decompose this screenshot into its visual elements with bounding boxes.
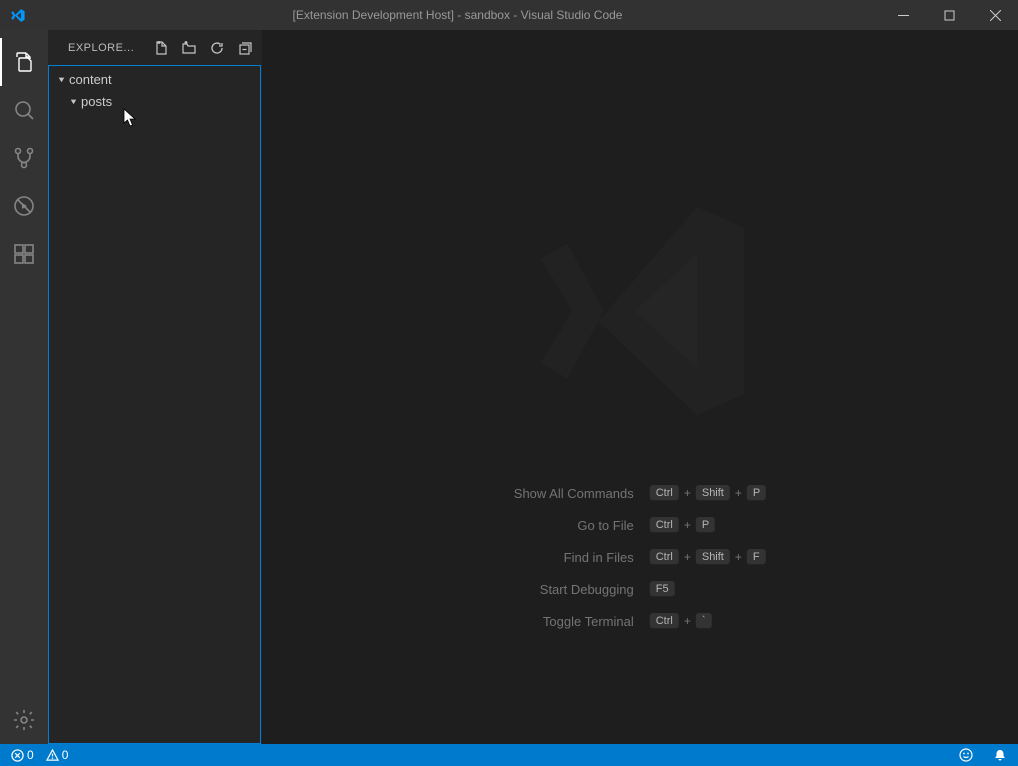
cmd-label: Start Debugging [514, 582, 634, 597]
new-folder-button[interactable] [181, 40, 197, 56]
tree-item-content[interactable]: content [49, 68, 260, 90]
activity-search[interactable] [0, 86, 48, 134]
cmd-keys: F5 [650, 581, 767, 597]
close-button[interactable] [972, 0, 1018, 30]
welcome-commands: Show All Commands Ctrl+ Shift+ P Go to F… [514, 485, 766, 629]
cmd-keys: Ctrl+ Shift+ P [650, 485, 767, 501]
vscode-watermark-icon [510, 181, 770, 444]
activity-source-control[interactable] [0, 134, 48, 182]
refresh-button[interactable] [209, 40, 225, 56]
chevron-down-icon [65, 96, 81, 107]
status-feedback[interactable] [956, 748, 976, 762]
activity-settings[interactable] [0, 696, 48, 744]
tree-item-label: content [69, 72, 112, 87]
tree-item-label: posts [81, 94, 112, 109]
activity-extensions[interactable] [0, 230, 48, 278]
explorer-title: EXPLORE... [68, 42, 153, 54]
status-warnings[interactable]: 0 [43, 748, 72, 762]
cmd-label: Find in Files [514, 550, 634, 565]
app-icon [0, 7, 35, 24]
activity-bar [0, 30, 48, 744]
activity-debug[interactable] [0, 182, 48, 230]
file-tree[interactable]: content posts [48, 65, 261, 744]
minimize-button[interactable] [880, 0, 926, 30]
explorer-header: EXPLORE... [48, 30, 261, 65]
new-file-button[interactable] [153, 40, 169, 56]
cmd-label: Toggle Terminal [514, 614, 634, 629]
titlebar[interactable]: [Extension Development Host] - sandbox -… [0, 0, 1018, 30]
chevron-down-icon [53, 74, 69, 85]
status-bar: 0 0 [0, 744, 1018, 766]
cmd-label: Go to File [514, 518, 634, 533]
cmd-keys: Ctrl+ P [650, 517, 767, 533]
window-title: [Extension Development Host] - sandbox -… [35, 8, 880, 22]
status-notifications[interactable] [990, 748, 1010, 762]
explorer-sidebar: EXPLORE... conte [48, 30, 262, 744]
cmd-keys: Ctrl+ ` [650, 613, 767, 629]
collapse-all-button[interactable] [237, 40, 253, 56]
cmd-keys: Ctrl+ Shift+ F [650, 549, 767, 565]
maximize-button[interactable] [926, 0, 972, 30]
cmd-label: Show All Commands [514, 486, 634, 501]
activity-explorer[interactable] [0, 38, 48, 86]
status-errors[interactable]: 0 [8, 748, 37, 762]
tree-item-posts[interactable]: posts [49, 90, 260, 112]
editor-area: Show All Commands Ctrl+ Shift+ P Go to F… [262, 30, 1018, 744]
